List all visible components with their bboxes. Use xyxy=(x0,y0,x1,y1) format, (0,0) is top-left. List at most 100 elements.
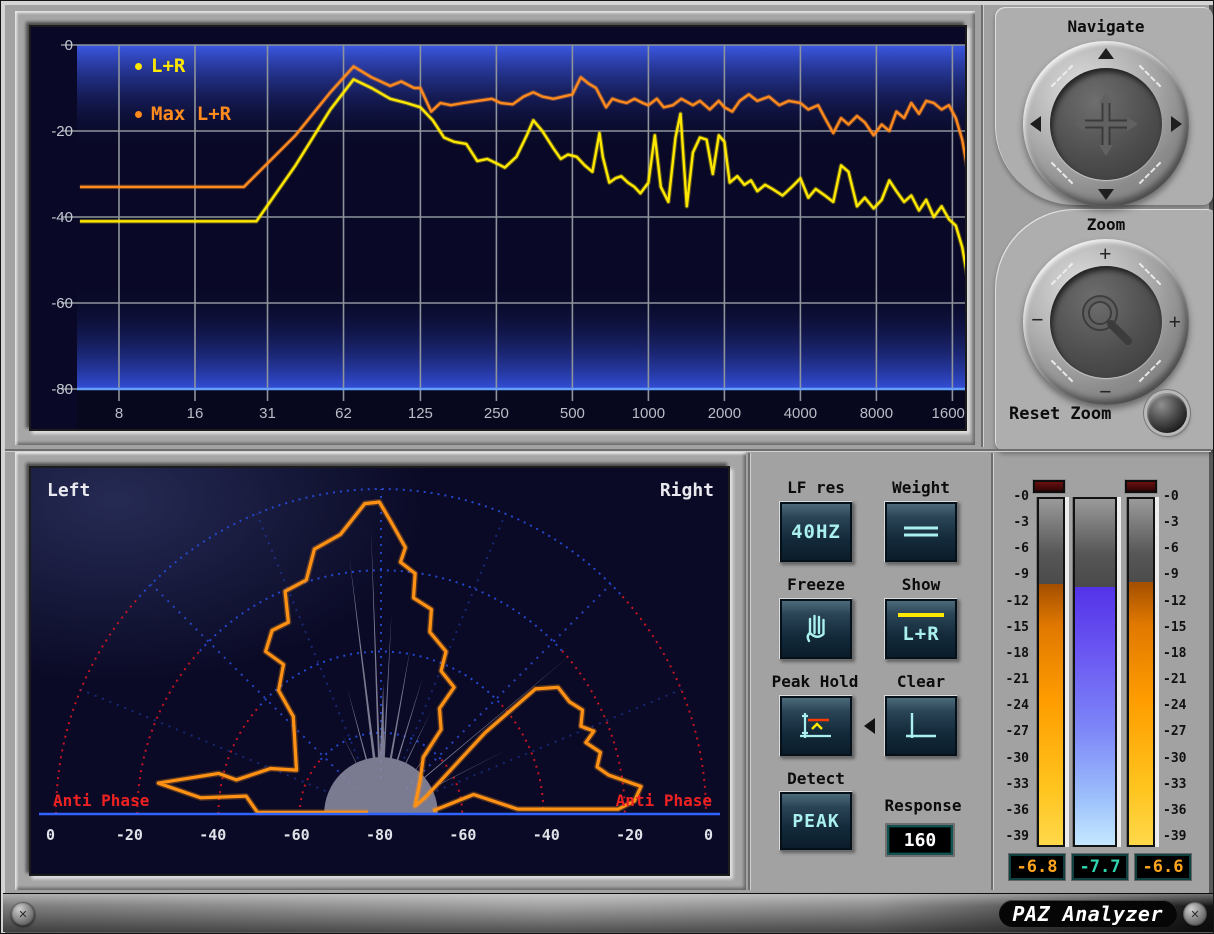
meter-scale-label: -15 xyxy=(993,620,1029,635)
lf-res-value: 40HZ xyxy=(791,521,841,543)
spectrum-display[interactable]: 0-20-40-60-80816316212525050010002000400… xyxy=(29,25,967,431)
meter-scale-label: -3 xyxy=(1163,515,1203,530)
svg-text:-80: -80 xyxy=(366,826,393,844)
clip-indicator-right[interactable] xyxy=(1125,480,1157,493)
zoom-out-left-icon[interactable]: − xyxy=(1031,309,1044,331)
detect-button[interactable]: PEAK xyxy=(779,791,853,851)
zoom-in-top-icon[interactable]: + xyxy=(1099,243,1112,265)
meter-scale-label: -6 xyxy=(993,541,1029,556)
plugin-title: PAZ Analyzer xyxy=(1013,902,1164,926)
svg-text:16: 16 xyxy=(187,405,204,422)
weight-button[interactable] xyxy=(884,501,958,563)
level-meter-mid xyxy=(1073,497,1117,847)
divider xyxy=(748,453,750,890)
show-label: Show xyxy=(876,575,966,594)
peak-hold-button[interactable] xyxy=(779,695,853,757)
svg-text:-60: -60 xyxy=(283,826,310,844)
response-value: 160 xyxy=(904,830,937,851)
navigate-label: Navigate xyxy=(1023,17,1189,36)
svg-text:8: 8 xyxy=(115,405,123,422)
meter-scale-label: -3 xyxy=(993,515,1029,530)
level-meter-right xyxy=(1127,497,1155,847)
show-value: L+R xyxy=(902,623,939,645)
meter-scale-label: -12 xyxy=(993,594,1029,609)
plugin-title-pill: PAZ Analyzer xyxy=(999,900,1178,927)
pointer-arrow-icon xyxy=(864,718,875,734)
navigate-pad[interactable] xyxy=(1023,41,1189,207)
meter-scale-label: -15 xyxy=(1163,620,1203,635)
svg-text:-20: -20 xyxy=(51,123,73,140)
polar-display[interactable]: LeftRightAnti PhaseAnti Phase0-20-40-60-… xyxy=(29,466,730,876)
navigate-up-arrow-icon[interactable] xyxy=(1098,48,1114,59)
plugin-window: 0-20-40-60-80816316212525050010002000400… xyxy=(0,0,1214,934)
clear-button[interactable] xyxy=(884,695,958,757)
reset-zoom-label: Reset Zoom xyxy=(1009,404,1144,424)
spectrum-legend: L+R Max L+R xyxy=(135,55,231,151)
svg-text:-20: -20 xyxy=(616,826,643,844)
level-readout-right: -6.6 xyxy=(1135,854,1191,880)
meter-scale-label: -9 xyxy=(1163,567,1203,582)
meter-scale-label: -24 xyxy=(1163,698,1203,713)
svg-text:-40: -40 xyxy=(51,209,73,226)
navigate-down-arrow-icon[interactable] xyxy=(1098,189,1114,200)
detect-label: Detect xyxy=(771,769,861,788)
svg-text:62: 62 xyxy=(335,405,352,422)
legend-dot-icon xyxy=(135,111,142,118)
freeze-label: Freeze xyxy=(771,575,861,594)
navigate-right-arrow-icon[interactable] xyxy=(1171,116,1182,132)
legend-item-max-lr: Max L+R xyxy=(135,103,231,125)
svg-text:2000: 2000 xyxy=(708,405,741,422)
level-meter-left xyxy=(1037,497,1065,847)
peak-hold-axes-icon xyxy=(797,710,835,742)
clip-indicator-left[interactable] xyxy=(1033,480,1065,493)
hand-icon xyxy=(799,612,833,646)
zoom-in-right-icon[interactable]: + xyxy=(1168,311,1181,333)
svg-text:31: 31 xyxy=(259,405,276,422)
magnifier-icon xyxy=(1070,286,1142,358)
legend-dot-icon xyxy=(135,63,142,70)
svg-text:Right: Right xyxy=(660,480,714,501)
meter-scale-label: -12 xyxy=(1163,594,1203,609)
zoom-pad-center[interactable] xyxy=(1050,266,1162,378)
lf-res-label: LF res xyxy=(771,478,861,497)
meter-scale-label: -27 xyxy=(1163,724,1203,739)
svg-text:-60: -60 xyxy=(51,295,73,312)
svg-text:-40: -40 xyxy=(199,826,226,844)
response-value-box[interactable]: 160 xyxy=(887,825,953,855)
weight-label: Weight xyxy=(876,478,966,497)
reset-zoom-button[interactable] xyxy=(1147,393,1187,433)
navigate-pad-center[interactable] xyxy=(1050,68,1162,180)
clear-label: Clear xyxy=(876,672,966,691)
response-label: Response xyxy=(867,796,979,815)
meter-scale-label: -9 xyxy=(993,567,1029,582)
navigate-left-arrow-icon[interactable] xyxy=(1030,116,1041,132)
meter-scale-label: -18 xyxy=(1163,646,1203,661)
svg-text:16000: 16000 xyxy=(932,405,965,422)
svg-text:125: 125 xyxy=(408,405,433,422)
level-readout-left: -6.8 xyxy=(1009,854,1065,880)
lf-res-button[interactable]: 40HZ xyxy=(779,501,853,563)
meter-scale-label: -21 xyxy=(1163,672,1203,687)
zoom-out-bottom-icon[interactable]: − xyxy=(1099,381,1112,403)
svg-text:Anti Phase: Anti Phase xyxy=(616,791,712,810)
svg-text:-60: -60 xyxy=(449,826,476,844)
svg-text:Left: Left xyxy=(47,480,90,501)
svg-text:-40: -40 xyxy=(533,826,560,844)
zoom-pad[interactable]: + + − − xyxy=(1023,239,1189,405)
legend-item-lr: L+R xyxy=(135,55,231,77)
meter-scale-label: -36 xyxy=(1163,803,1203,818)
svg-text:-80: -80 xyxy=(51,381,73,398)
meter-fill xyxy=(1039,584,1063,845)
freeze-button[interactable] xyxy=(779,598,853,660)
svg-text:0: 0 xyxy=(46,826,55,844)
show-button[interactable]: L+R xyxy=(884,598,958,660)
svg-text:0: 0 xyxy=(65,37,73,54)
legend-label: L+R xyxy=(151,55,185,77)
meter-scale-label: -33 xyxy=(993,777,1029,792)
meter-scale-label: -6 xyxy=(1163,541,1203,556)
double-line-icon xyxy=(900,522,942,542)
meter-scale-label: -27 xyxy=(993,724,1029,739)
screw-icon: ✕ xyxy=(1183,902,1207,926)
svg-text:0: 0 xyxy=(704,826,713,844)
svg-text:1000: 1000 xyxy=(632,405,665,422)
